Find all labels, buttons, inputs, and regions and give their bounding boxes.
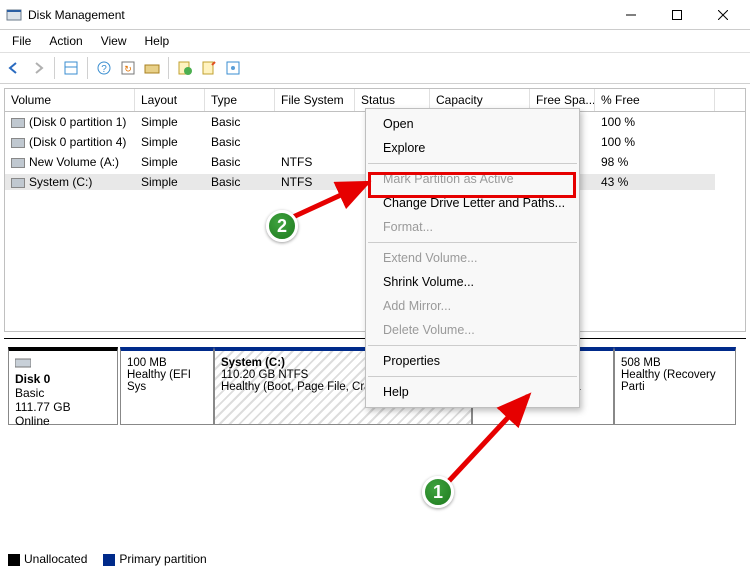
- col-pct[interactable]: % Free: [595, 89, 715, 111]
- refresh-button[interactable]: ↻: [118, 58, 138, 78]
- partition[interactable]: 100 MB Healthy (EFI Sys: [120, 347, 214, 425]
- maximize-button[interactable]: [654, 2, 700, 28]
- ctx-properties[interactable]: Properties: [367, 349, 578, 373]
- menu-help[interactable]: Help: [145, 34, 170, 48]
- col-fs[interactable]: File System: [275, 89, 355, 111]
- volume-icon: [11, 138, 25, 148]
- window-title: Disk Management: [28, 8, 608, 22]
- view-options-button[interactable]: [61, 58, 81, 78]
- ctx-format: Format...: [367, 215, 578, 239]
- ctx-delete: Delete Volume...: [367, 318, 578, 342]
- swatch-unallocated: [8, 554, 20, 566]
- partition[interactable]: 508 MB Healthy (Recovery Parti: [614, 347, 736, 425]
- ctx-explore[interactable]: Explore: [367, 136, 578, 160]
- disk-info[interactable]: Disk 0 Basic 111.77 GB Online: [8, 347, 118, 425]
- svg-text:↻: ↻: [124, 64, 132, 74]
- ctx-shrink[interactable]: Shrink Volume...: [367, 270, 578, 294]
- col-volume[interactable]: Volume: [5, 89, 135, 111]
- forward-button[interactable]: [28, 58, 48, 78]
- back-button[interactable]: [4, 58, 24, 78]
- swatch-primary: [103, 554, 115, 566]
- query-button[interactable]: [175, 58, 195, 78]
- close-button[interactable]: [700, 2, 746, 28]
- col-type[interactable]: Type: [205, 89, 275, 111]
- annotation-badge-2: 2: [266, 210, 298, 242]
- minimize-button[interactable]: [608, 2, 654, 28]
- ctx-mark-active: Mark Partition as Active: [367, 167, 578, 191]
- properties-button[interactable]: [199, 58, 219, 78]
- ctx-change-drive-letter[interactable]: Change Drive Letter and Paths...: [367, 191, 578, 215]
- rescan-button[interactable]: [142, 58, 162, 78]
- annotation-badge-1: 1: [422, 476, 454, 508]
- toolbar: ? ↻: [0, 52, 750, 84]
- help-button[interactable]: ?: [94, 58, 114, 78]
- menu-file[interactable]: File: [12, 34, 31, 48]
- separator: [54, 57, 55, 79]
- separator: [168, 57, 169, 79]
- ctx-help[interactable]: Help: [367, 380, 578, 404]
- volume-icon: [11, 158, 25, 168]
- volume-icon: [11, 178, 25, 188]
- ctx-open[interactable]: Open: [367, 112, 578, 136]
- titlebar: Disk Management: [0, 0, 750, 30]
- volume-icon: [11, 118, 25, 128]
- svg-text:?: ?: [101, 64, 107, 75]
- col-layout[interactable]: Layout: [135, 89, 205, 111]
- menubar: File Action View Help: [0, 30, 750, 52]
- settings-button[interactable]: [223, 58, 243, 78]
- legend: Unallocated Primary partition: [8, 552, 207, 566]
- ctx-extend: Extend Volume...: [367, 246, 578, 270]
- context-menu: Open Explore Mark Partition as Active Ch…: [365, 108, 580, 408]
- menu-action[interactable]: Action: [49, 34, 82, 48]
- disk-mgmt-icon: [6, 7, 22, 23]
- disk-icon: [15, 357, 31, 369]
- menu-view[interactable]: View: [101, 34, 127, 48]
- ctx-mirror: Add Mirror...: [367, 294, 578, 318]
- separator: [87, 57, 88, 79]
